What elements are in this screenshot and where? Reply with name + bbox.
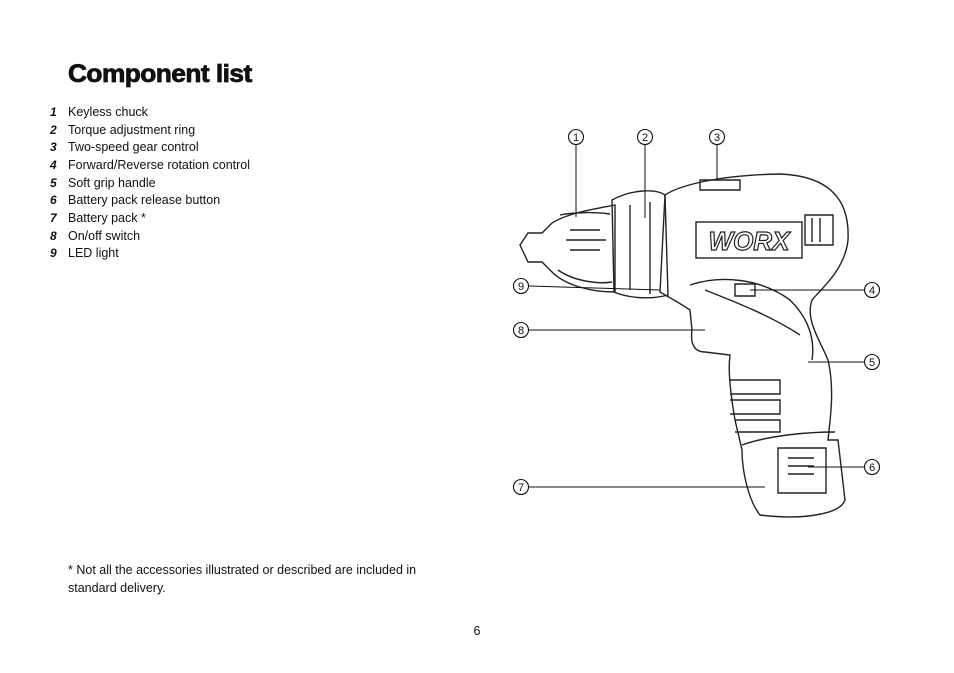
svg-text:6: 6	[869, 462, 875, 474]
callout-1: 1	[567, 128, 585, 146]
callout-4: 4	[863, 281, 881, 299]
callout-2: 2	[636, 128, 654, 146]
callout-7: 7	[512, 478, 530, 496]
callout-6: 6	[863, 458, 881, 476]
svg-text:1: 1	[573, 132, 579, 144]
svg-text:8: 8	[518, 325, 524, 337]
svg-text:3: 3	[714, 132, 720, 144]
footnote: * Not all the accessories illustrated or…	[68, 563, 417, 595]
svg-text:5: 5	[869, 357, 875, 369]
callout-3: 3	[708, 128, 726, 146]
callout-5: 5	[863, 353, 881, 371]
battery-release-button	[777, 447, 827, 494]
chuck	[519, 204, 616, 293]
svg-text:4: 4	[869, 285, 875, 297]
worx-logo: WORX	[709, 226, 792, 256]
svg-text:2: 2	[642, 132, 648, 144]
page-number: 6	[473, 624, 481, 638]
callout-8: 8	[512, 321, 530, 339]
svg-text:9: 9	[518, 281, 524, 293]
torque-ring	[611, 190, 669, 299]
svg-text:7: 7	[518, 482, 524, 494]
callout-9: 9	[512, 277, 530, 295]
